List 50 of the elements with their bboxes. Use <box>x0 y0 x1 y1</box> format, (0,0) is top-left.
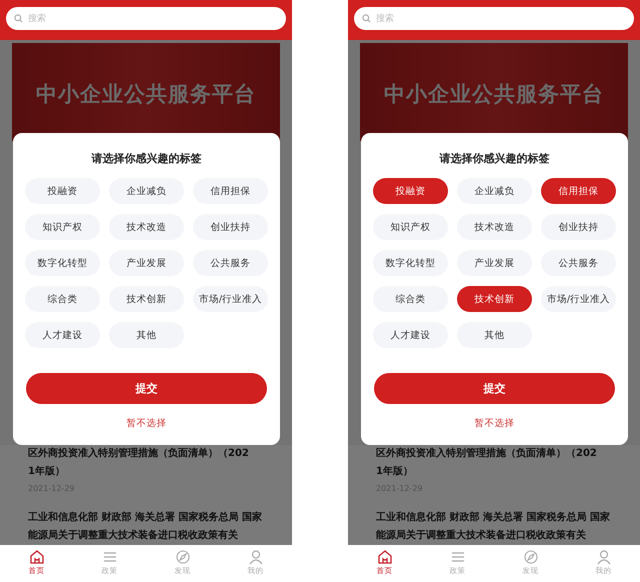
search-icon <box>362 14 371 23</box>
tag-chip[interactable]: 投融资 <box>373 178 448 204</box>
tag-chip[interactable]: 产业发展 <box>457 250 532 276</box>
search-placeholder: 搜索 <box>28 12 46 25</box>
tag-chip[interactable]: 企业减负 <box>457 178 532 204</box>
dialog-title: 请选择你感兴趣的标签 <box>440 151 550 166</box>
news-title[interactable]: 工业和信息化部 财政部 海关总署 国家税务总局 国家能源局关于调整重大技术装备进口税收政策有关 <box>376 509 612 545</box>
news-title[interactable]: 区外商投资准入特别管理措施（负面清单）（2021年版） <box>376 445 598 481</box>
tag-chip[interactable]: 信用担保 <box>193 178 268 204</box>
person-icon <box>596 549 612 565</box>
tag-chip[interactable]: 市场/行业准入 <box>541 286 616 312</box>
tag-chip[interactable]: 其他 <box>457 322 532 348</box>
tag-chip[interactable]: 投融资 <box>25 178 100 204</box>
tag-chip[interactable]: 市场/行业准入 <box>193 286 268 312</box>
person-icon <box>248 549 264 565</box>
tag-chip[interactable]: 知识产权 <box>25 214 100 240</box>
skip-link[interactable]: 暂不选择 <box>474 417 514 430</box>
tag-chip[interactable]: 数字化转型 <box>25 250 100 276</box>
home-icon <box>28 549 44 565</box>
tag-chip[interactable]: 技术创新 <box>109 286 184 312</box>
compass-icon <box>522 549 538 565</box>
tag-chip[interactable]: 创业扶持 <box>193 214 268 240</box>
home-icon <box>376 549 392 565</box>
tag-chip[interactable]: 综合类 <box>25 286 100 312</box>
search-placeholder: 搜索 <box>376 12 394 25</box>
tag-chip[interactable]: 数字化转型 <box>373 250 448 276</box>
tag-chip[interactable]: 知识产权 <box>373 214 448 240</box>
compass-icon <box>174 549 190 565</box>
news-title[interactable]: 区外商投资准入特别管理措施（负面清单）（2021年版） <box>28 445 250 481</box>
banner-title: 中小企业公共服务平台 <box>36 81 256 106</box>
tag-chip[interactable]: 企业减负 <box>109 178 184 204</box>
tag-chip[interactable]: 技术创新 <box>457 286 532 312</box>
tag-chip[interactable]: 产业发展 <box>109 250 184 276</box>
tag-chip[interactable]: 公共服务 <box>541 250 616 276</box>
tag-chip[interactable]: 其他 <box>109 322 184 348</box>
dialog-title: 请选择你感兴趣的标签 <box>92 151 202 166</box>
search-icon <box>14 14 23 23</box>
tag-chip[interactable]: 公共服务 <box>193 250 268 276</box>
news-title[interactable]: 工业和信息化部 财政部 海关总署 国家税务总局 国家能源局关于调整重大技术装备进口税收政策有关 <box>28 509 264 545</box>
tag-chip[interactable]: 技术改造 <box>457 214 532 240</box>
submit-button[interactable]: 提交 <box>374 373 615 404</box>
submit-button[interactable]: 提交 <box>26 373 267 404</box>
tag-chip[interactable]: 信用担保 <box>541 178 616 204</box>
banner-title: 中小企业公共服务平台 <box>384 81 604 106</box>
tag-chip[interactable]: 技术改造 <box>109 214 184 240</box>
skip-link[interactable]: 暂不选择 <box>126 417 166 430</box>
tag-chip[interactable]: 创业扶持 <box>541 214 616 240</box>
tag-chip[interactable]: 人才建设 <box>25 322 100 348</box>
tag-chip[interactable]: 综合类 <box>373 286 448 312</box>
tag-chip[interactable]: 人才建设 <box>373 322 448 348</box>
